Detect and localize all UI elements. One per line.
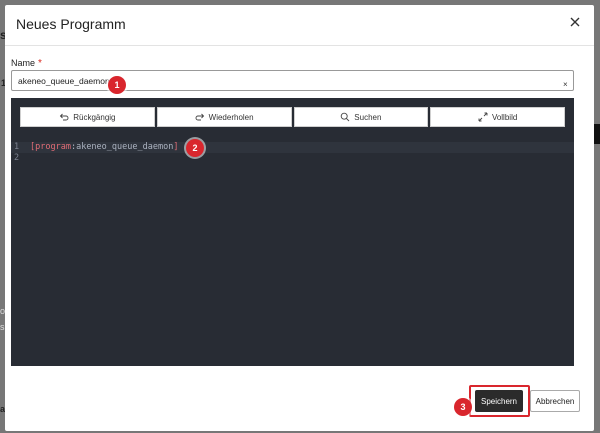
step-marker: 3 [454,398,472,416]
name-input[interactable] [11,70,574,91]
fullscreen-icon [478,112,488,122]
undo-button[interactable]: Rückgängig [20,107,155,127]
fullscreen-label: Vollbild [491,112,518,122]
name-label: Name * [11,58,42,69]
code-area[interactable]: 1 [program:akeneo_queue_daemon] 2 [11,134,574,366]
undo-icon [60,113,69,121]
cancel-button[interactable]: Abbrechen [530,390,580,412]
line-number: 1 [14,142,20,152]
name-label-text: Name [11,58,36,68]
step-marker: 1 [108,76,126,94]
code-token: akeneo_queue_daemon [76,142,174,152]
code-line: 1 [program:akeneo_queue_daemon] [11,142,574,153]
step-marker: 2 [186,139,204,157]
line-number: 2 [14,153,20,163]
dialog-header: Neues Programm [5,5,594,46]
code-token: ] [173,142,179,152]
required-marker: * [38,58,42,69]
code-editor[interactable]: Rückgängig Wiederholen Suchen Vollbild 1… [11,98,574,366]
search-label: Suchen [354,112,382,122]
background-text: s [0,322,5,332]
code-line: 2 [11,153,574,164]
close-icon[interactable] [568,15,582,29]
redo-button[interactable]: Wiederholen [156,107,292,127]
redo-label: Wiederholen [208,112,254,122]
code-text: [program:akeneo_queue_daemon] [30,142,178,152]
undo-label: Rückgängig [73,112,116,122]
save-button[interactable]: Speichern [475,390,523,412]
editor-toolbar: Rückgängig Wiederholen Suchen Vollbild [20,107,565,127]
fullscreen-button[interactable]: Vollbild [430,107,565,127]
clear-input-icon[interactable]: × [563,80,568,89]
search-icon [341,112,350,122]
redo-icon [195,113,204,121]
search-button[interactable]: Suchen [293,107,429,127]
dialog-title: Neues Programm [16,16,126,32]
code-token: program [35,142,71,152]
